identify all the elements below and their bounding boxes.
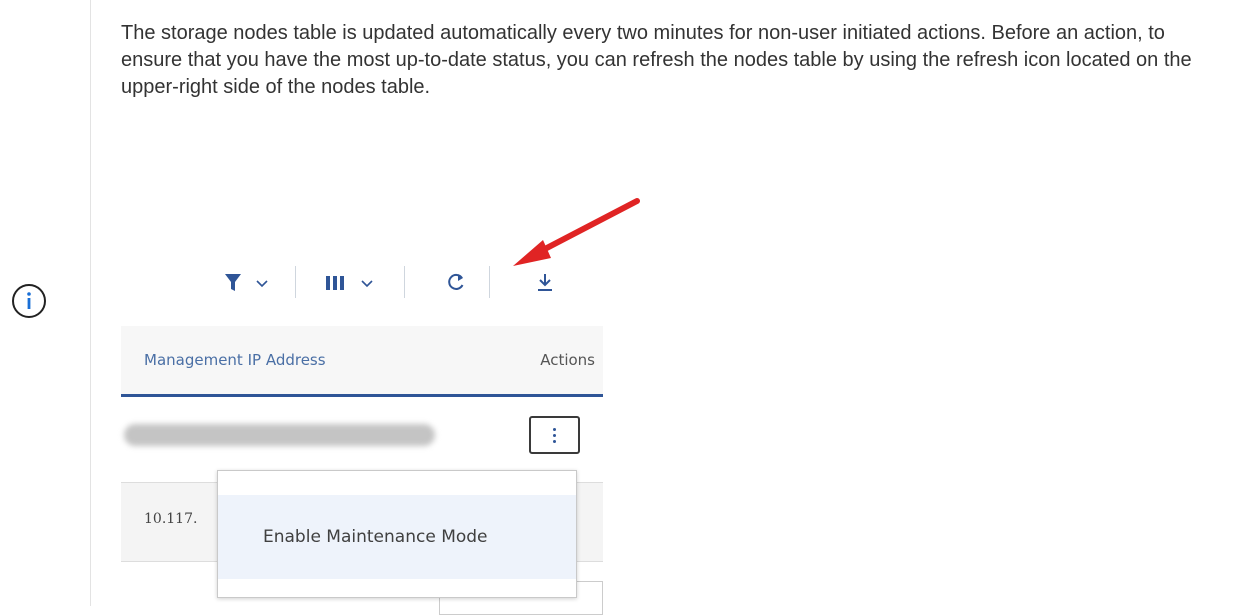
kebab-icon [553,434,556,437]
toolbar-separator [489,266,490,298]
actions-menu-button[interactable] [529,416,580,454]
table-header: Management IP Address Actions [121,326,603,397]
actions-dropdown-menu: Enable Maintenance Mode [217,470,577,598]
refresh-icon[interactable] [446,272,466,292]
management-ip-cell: 10.117. [144,511,198,527]
menu-item-label: Enable Maintenance Mode [263,527,488,547]
filter-icon[interactable] [225,274,241,292]
note-divider [90,0,91,606]
blurred-ip-address [124,424,435,446]
columns-icon[interactable] [326,276,344,290]
kebab-icon [553,428,556,431]
toolbar-separator [404,266,405,298]
chevron-down-icon[interactable] [361,280,373,288]
nodes-table-screenshot: Management IP Address Actions 10.117. En… [121,196,640,615]
note-text: The storage nodes table is updated autom… [121,22,1192,98]
annotation-arrow [513,198,640,266]
info-icon [12,284,46,318]
menu-item-enable-maintenance-mode[interactable]: Enable Maintenance Mode [218,495,576,579]
kebab-icon [553,440,556,443]
column-header-management-ip[interactable]: Management IP Address [144,351,326,369]
column-header-actions: Actions [540,351,595,369]
chevron-down-icon[interactable] [256,280,268,288]
toolbar-separator [295,266,296,298]
